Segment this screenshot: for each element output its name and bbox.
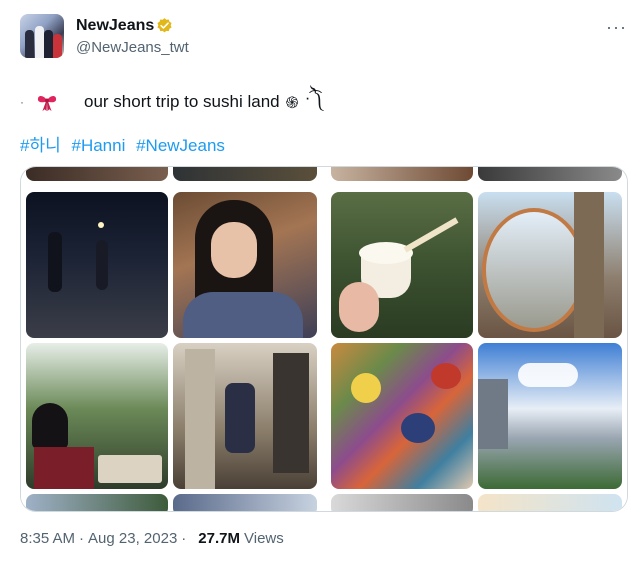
tweet-date[interactable]: Aug 23, 2023 (88, 530, 177, 547)
hashtag-list: #하니 #Hanni #NewJeans (20, 131, 231, 156)
more-options-icon[interactable]: ··· (606, 17, 627, 38)
photo-cell-palette (331, 343, 473, 489)
account-handle[interactable]: @NewJeans_twt (76, 39, 189, 56)
photo-cell-mirror (478, 192, 622, 338)
bullet: · (20, 95, 24, 109)
photo-cell (478, 167, 622, 181)
photo-cell (331, 494, 473, 511)
tweet-body: our short trip to sushi land (84, 92, 280, 111)
avatar-figure (44, 30, 53, 58)
account-name[interactable]: NewJeans (76, 17, 154, 35)
photo-cell-night-street (26, 192, 168, 338)
hashtag-link[interactable]: #NewJeans (136, 136, 225, 155)
photo-cell (331, 167, 473, 181)
photo-cell-selfie (173, 192, 317, 338)
tweet-time[interactable]: 8:35 AM (20, 530, 75, 547)
views-count: 27.7M (198, 530, 240, 547)
avatar-figure (35, 26, 44, 58)
ribbon-bow-icon (37, 95, 57, 112)
photo-right[interactable] (326, 167, 627, 511)
media-grid (20, 166, 628, 512)
photo-cell-skyline (478, 343, 622, 489)
photo-cell-canal (26, 343, 168, 489)
avatar-figure (25, 30, 34, 58)
meta-separator: · (181, 530, 187, 547)
emoticon: ·͡༽ (304, 88, 323, 107)
tweet-meta: 8:35 AM · Aug 23, 2023 · 27.7M Views (20, 530, 284, 547)
photo-cell (26, 167, 168, 181)
views-label: Views (244, 530, 284, 547)
avatar-figure (53, 34, 62, 58)
hashtag-link[interactable]: #하니 (20, 136, 61, 155)
photo-cell-ice-cream (331, 192, 473, 338)
photo-cell-closet (173, 343, 317, 489)
photo-left[interactable] (21, 167, 322, 511)
hashtag-link[interactable]: #Hanni (71, 136, 125, 155)
photo-cell (478, 494, 622, 511)
meta-separator: · (79, 530, 85, 547)
photo-cell (173, 494, 317, 511)
tweet-text: · our short trip to sushi land ֍ ·͡༽ (20, 78, 322, 126)
spiral-emoji: ֍ (285, 95, 299, 112)
photo-cell (173, 167, 317, 181)
avatar[interactable] (20, 14, 64, 58)
verified-badge-icon (157, 18, 172, 33)
photo-cell (26, 494, 168, 511)
